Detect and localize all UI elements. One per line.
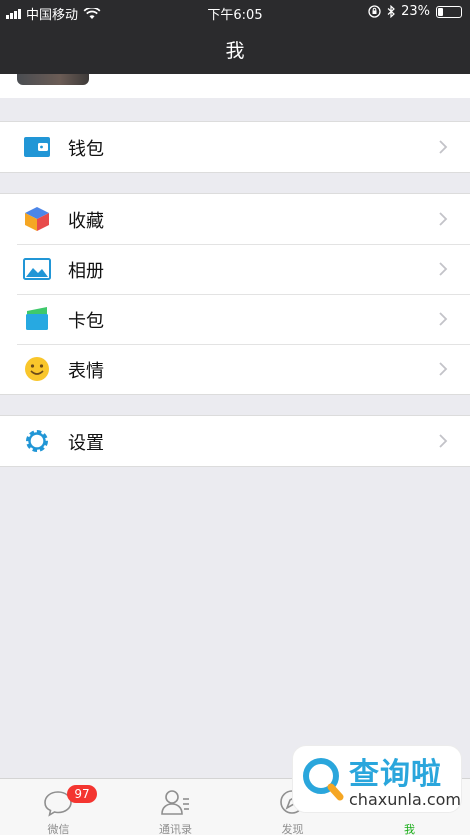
wallet-group: 钱包	[0, 121, 470, 173]
bluetooth-icon	[387, 5, 395, 18]
card-wallet-icon	[26, 307, 48, 330]
battery-percent: 23%	[401, 4, 430, 19]
chevron-right-icon	[439, 434, 448, 448]
tab-chats[interactable]: 97 微信	[0, 779, 117, 835]
menu-item-card-wallet[interactable]: 卡包	[0, 294, 470, 344]
favorites-cube-icon	[25, 207, 49, 231]
menu-item-wallet[interactable]: 钱包	[0, 122, 470, 172]
chevron-right-icon	[439, 262, 448, 276]
battery-icon	[436, 5, 462, 18]
watermark-subtitle: chaxunla.com	[349, 790, 461, 809]
wallet-icon	[24, 137, 50, 157]
contacts-icon	[161, 790, 189, 815]
menu-item-label: 表情	[68, 361, 104, 382]
tab-label: 我	[404, 823, 415, 835]
settings-gear-icon	[26, 430, 48, 452]
menu-item-stickers[interactable]: 表情	[0, 344, 470, 394]
chevron-right-icon	[439, 212, 448, 226]
watermark-title: 查询啦	[349, 757, 442, 792]
menu-item-settings[interactable]: 设置	[0, 416, 470, 466]
unread-badge: 97	[67, 785, 97, 803]
tab-label: 通讯录	[159, 823, 192, 835]
nav-bar: 我	[0, 24, 470, 74]
tab-label: 发现	[281, 823, 304, 835]
avatar[interactable]	[17, 74, 89, 85]
menu-item-label: 设置	[68, 433, 104, 454]
menu-item-label: 钱包	[68, 139, 104, 160]
tab-label: 微信	[47, 823, 70, 835]
chevron-right-icon	[439, 312, 448, 326]
menu-item-label: 相册	[68, 261, 104, 282]
menu-item-album[interactable]: 相册	[0, 244, 470, 294]
menu-item-label: 卡包	[68, 311, 104, 332]
tab-contacts[interactable]: 通讯录	[117, 779, 234, 835]
chevron-right-icon	[439, 140, 448, 154]
status-right: 23%	[368, 4, 462, 19]
menu-item-label: 收藏	[68, 211, 104, 232]
page-title: 我	[225, 40, 245, 62]
battery-level	[438, 7, 443, 16]
search-logo-icon	[303, 758, 344, 801]
profile-card[interactable]	[0, 74, 470, 98]
watermark: 查询啦 chaxunla.com	[292, 745, 462, 813]
status-bar: 中国移动 下午6:05 23%	[0, 0, 470, 24]
chevron-right-icon	[439, 362, 448, 376]
collection-group: 收藏 相册 卡包 表情	[0, 193, 470, 395]
settings-group: 设置	[0, 415, 470, 467]
album-icon	[23, 258, 51, 280]
smiley-icon	[25, 357, 49, 381]
menu-item-favorites[interactable]: 收藏	[0, 194, 470, 244]
orientation-lock-icon	[368, 5, 381, 18]
